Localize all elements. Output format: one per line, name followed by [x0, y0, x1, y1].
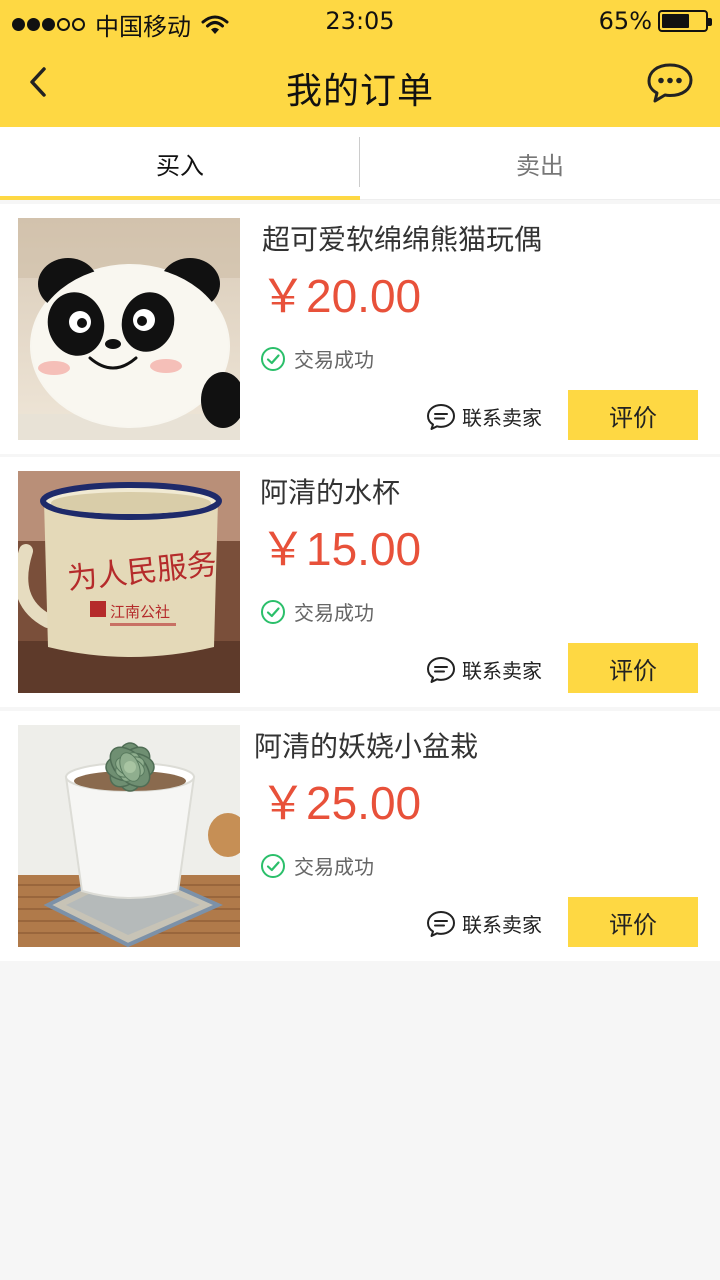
- order-title[interactable]: 阿清的妖娆小盆栽: [254, 725, 478, 765]
- chat-bubble-icon: [647, 63, 693, 103]
- contact-seller-button[interactable]: 联系卖家: [426, 909, 542, 938]
- check-circle-icon: [261, 346, 285, 371]
- status-right: 65%: [598, 7, 712, 35]
- mug-brand-text: 江南公社: [110, 603, 170, 621]
- active-tab-indicator: [0, 196, 360, 200]
- contact-seller-button[interactable]: 联系卖家: [426, 402, 542, 431]
- battery-icon: [658, 10, 712, 32]
- contact-seller-button[interactable]: 联系卖家: [426, 655, 542, 684]
- message-icon: [427, 656, 455, 683]
- order-price: ￥20.00: [260, 270, 422, 322]
- order-card[interactable]: 超可爱软绵绵熊猫玩偶 ￥20.00 交易成功 联系卖家 评价: [0, 204, 720, 454]
- contact-seller-label: 联系卖家: [462, 406, 542, 430]
- order-status: 交易成功: [260, 344, 374, 373]
- contact-seller-label: 联系卖家: [462, 659, 542, 683]
- order-status-text: 交易成功: [294, 855, 374, 879]
- order-status: 交易成功: [260, 851, 374, 880]
- order-status-text: 交易成功: [294, 348, 374, 372]
- status-bar: 中国移动 23:05 65%: [0, 0, 720, 44]
- page-title: 我的订单: [285, 71, 434, 112]
- order-status: 交易成功: [260, 597, 374, 626]
- message-button[interactable]: [646, 62, 694, 104]
- header: 中国移动 23:05 65% 我的订单: [0, 0, 720, 127]
- order-tabs: 买入 卖出: [0, 127, 720, 200]
- tab-sell[interactable]: 卖出: [360, 127, 720, 200]
- tab-buy[interactable]: 买入: [0, 127, 360, 200]
- review-button[interactable]: 评价: [568, 390, 698, 440]
- battery-level: [662, 14, 689, 28]
- battery-percentage: 65%: [598, 7, 652, 35]
- panda-plush-image[interactable]: [18, 218, 240, 440]
- nav-bar: 我的订单: [0, 44, 720, 127]
- review-button[interactable]: 评价: [568, 643, 698, 693]
- order-price: ￥25.00: [260, 777, 422, 829]
- contact-seller-label: 联系卖家: [462, 913, 542, 937]
- check-circle-icon: [261, 599, 285, 624]
- review-button[interactable]: 评价: [568, 897, 698, 947]
- succulent-pot-image[interactable]: [18, 725, 240, 947]
- order-title[interactable]: 阿清的水杯: [260, 471, 400, 511]
- order-title[interactable]: 超可爱软绵绵熊猫玩偶: [262, 218, 542, 258]
- order-card[interactable]: 为人民服务 江南公社 阿清的水杯 ￥15.00 交易成功 联系卖家 评价: [0, 457, 720, 707]
- message-icon: [427, 403, 455, 430]
- order-card[interactable]: 阿清的妖娆小盆栽 ￥25.00 交易成功 联系卖家 评价: [0, 711, 720, 961]
- check-circle-icon: [261, 853, 285, 878]
- enamel-mug-image[interactable]: 为人民服务 江南公社: [18, 471, 240, 693]
- message-icon: [427, 910, 455, 937]
- order-price: ￥15.00: [260, 523, 422, 575]
- order-status-text: 交易成功: [294, 601, 374, 625]
